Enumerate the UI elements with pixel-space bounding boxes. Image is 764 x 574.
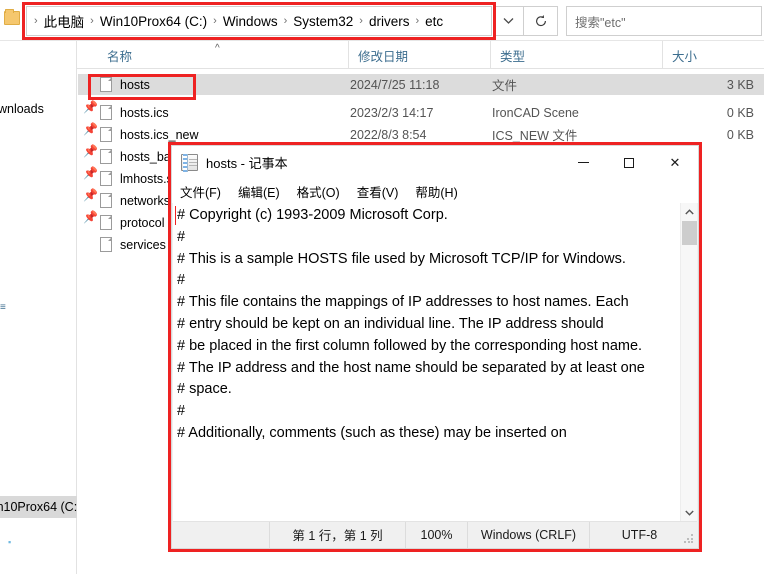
- file-name: hosts.ics_new: [120, 127, 199, 142]
- table-row[interactable]: hosts.ics 2023/2/3 14:17 IronCAD Scene 0…: [78, 102, 764, 123]
- text-caret: [175, 206, 176, 225]
- file-date: 2022/8/3 8:54: [350, 127, 427, 142]
- breadcrumb-item-3[interactable]: System32: [290, 14, 356, 29]
- breadcrumb-item-5[interactable]: etc: [422, 14, 446, 29]
- chevron-down-glyph: [685, 510, 694, 516]
- breadcrumb-item-2[interactable]: Windows: [220, 14, 281, 29]
- drive-marker-icon: ▪: [8, 537, 12, 547]
- chevron-down-icon[interactable]: [681, 504, 698, 521]
- breadcrumb-separator: ›: [283, 15, 288, 27]
- menu-format[interactable]: 格式(O): [297, 182, 340, 201]
- resize-grip-icon[interactable]: [683, 533, 694, 544]
- file-name: protocol: [120, 215, 165, 230]
- notepad-window-inner: hosts - 记事本 ✕ 文件(F) 编辑(E) 格式(O) 查看(V) 帮助…: [171, 145, 699, 549]
- file-list-column-headers: 名称 修改日期 类型 大小: [0, 41, 764, 69]
- notepad-text-area[interactable]: # Copyright (c) 1993-2009 Microsoft Corp…: [173, 203, 680, 521]
- file-date: 2024/7/25 11:18: [350, 77, 440, 92]
- file-type: 文件: [492, 79, 518, 93]
- search-placeholder: 搜索"etc": [575, 15, 626, 30]
- window-controls: ✕: [560, 146, 698, 179]
- vertical-scrollbar[interactable]: [680, 203, 697, 521]
- maximize-icon[interactable]: [606, 146, 652, 179]
- tree-expander-icon[interactable]: ≡: [0, 302, 12, 314]
- table-row[interactable]: hosts 2024/7/25 11:18 文件 3 KB: [78, 74, 764, 95]
- sidebar-item-downloads[interactable]: Downloads: [0, 98, 77, 120]
- minimize-icon[interactable]: [560, 146, 606, 179]
- file-name: networks: [120, 193, 171, 208]
- menu-edit[interactable]: 编辑(E): [238, 182, 280, 201]
- file-size: 0 KB: [726, 105, 754, 120]
- column-header-date[interactable]: 修改日期: [348, 41, 490, 69]
- file-icon: [100, 77, 112, 92]
- notepad-title-bar[interactable]: hosts - 记事本 ✕: [172, 146, 698, 179]
- chevron-down-glyph: [503, 18, 514, 24]
- sidebar-item-win10prox64-c[interactable]: Win10Prox64 (C:): [0, 496, 77, 518]
- file-icon: [100, 149, 112, 164]
- sidebar-item-label: Downloads: [0, 102, 44, 116]
- menu-file[interactable]: 文件(F): [180, 182, 221, 201]
- notepad-window: hosts - 记事本 ✕ 文件(F) 编辑(E) 格式(O) 查看(V) 帮助…: [168, 142, 702, 552]
- status-encoding: UTF-8: [589, 521, 689, 548]
- notepad-icon: [181, 154, 198, 172]
- column-header-type[interactable]: 类型: [490, 41, 662, 69]
- status-zoom-level: 100%: [405, 521, 467, 548]
- file-icon: [100, 215, 112, 230]
- sort-ascending-icon: ^: [215, 43, 220, 54]
- menu-help[interactable]: 帮助(H): [415, 182, 457, 201]
- notepad-menu-bar: 文件(F) 编辑(E) 格式(O) 查看(V) 帮助(H): [172, 179, 698, 203]
- scrollbar-thumb[interactable]: [682, 221, 697, 245]
- breadcrumb-separator: ›: [34, 15, 38, 27]
- file-date: 2023/2/3 14:17: [350, 105, 434, 120]
- search-input[interactable]: 搜索"etc": [566, 6, 762, 36]
- status-cursor-position: 第 1 行，第 1 列: [269, 521, 405, 548]
- breadcrumb[interactable]: › 此电脑 › Win10Prox64 (C:) › Windows › Sys…: [26, 6, 492, 36]
- breadcrumb-item-0[interactable]: 此电脑: [41, 11, 88, 31]
- chevron-up-icon[interactable]: [681, 203, 698, 220]
- close-icon[interactable]: ✕: [652, 146, 698, 179]
- chevron-up-glyph: [685, 208, 694, 214]
- refresh-icon[interactable]: [524, 6, 558, 36]
- file-icon: [100, 127, 112, 142]
- menu-view[interactable]: 查看(V): [357, 182, 399, 201]
- status-line-ending: Windows (CRLF): [467, 521, 589, 548]
- window-title: hosts - 记事本: [206, 156, 288, 171]
- screen-root: › 此电脑 › Win10Prox64 (C:) › Windows › Sys…: [0, 0, 764, 574]
- breadcrumb-separator: ›: [90, 15, 94, 27]
- column-header-name[interactable]: 名称: [98, 41, 348, 69]
- file-name: hosts: [120, 77, 150, 92]
- chevron-down-icon[interactable]: [494, 6, 524, 36]
- navigation-pane: Downloads Win10Prox64 (C:) 📌 📌 📌 📌 📌 📌 ≡…: [0, 41, 98, 574]
- file-icon: [100, 193, 112, 208]
- file-icon: [100, 105, 112, 120]
- file-name: services: [120, 237, 166, 252]
- status-spacer: [173, 522, 269, 548]
- folder-icon: [4, 9, 20, 25]
- refresh-glyph: [535, 15, 546, 27]
- file-icon: [100, 237, 112, 252]
- breadcrumb-separator: ›: [359, 15, 363, 27]
- file-name: hosts.ics: [120, 105, 169, 120]
- sidebar-item-label: Win10Prox64 (C:): [0, 500, 77, 514]
- file-icon: [100, 171, 112, 186]
- notepad-status-bar: 第 1 行，第 1 列 100% Windows (CRLF) UTF-8: [173, 521, 697, 548]
- explorer-address-bar: › 此电脑 › Win10Prox64 (C:) › Windows › Sys…: [0, 0, 764, 41]
- file-type: IronCAD Scene: [492, 105, 579, 120]
- file-size: 3 KB: [726, 77, 754, 92]
- breadcrumb-separator: ›: [213, 15, 217, 27]
- breadcrumb-item-1[interactable]: Win10Prox64 (C:): [97, 14, 210, 29]
- file-size: 0 KB: [726, 127, 754, 142]
- column-header-size[interactable]: 大小: [662, 41, 764, 69]
- breadcrumb-separator: ›: [415, 15, 420, 27]
- breadcrumb-item-4[interactable]: drivers: [366, 14, 413, 29]
